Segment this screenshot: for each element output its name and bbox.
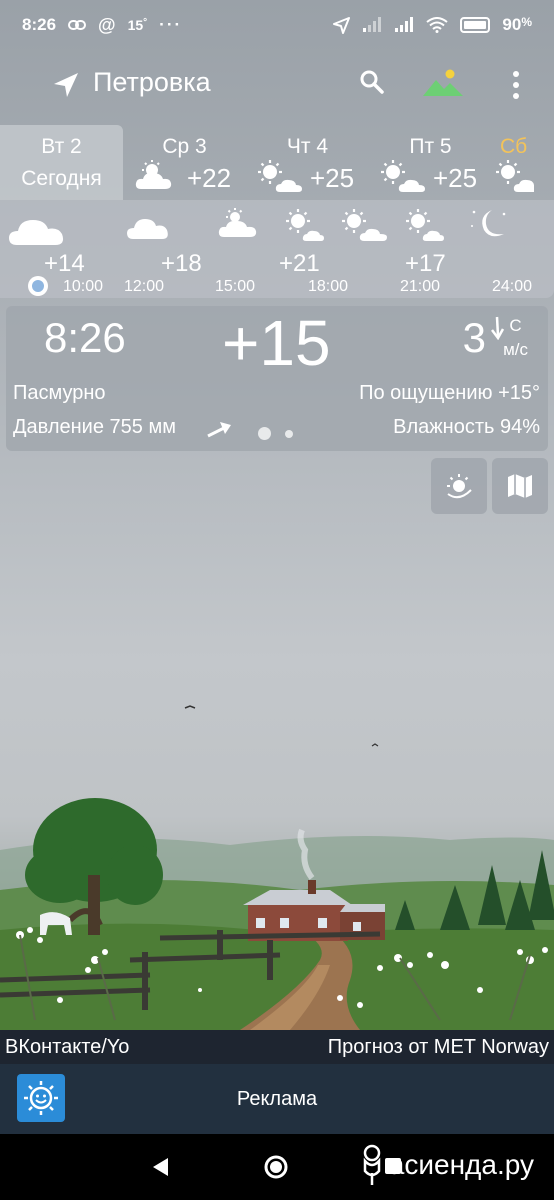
map-button[interactable] xyxy=(492,458,548,514)
hourly-temp: +14 xyxy=(44,250,85,277)
pressure-trend-icon xyxy=(207,422,231,438)
status-time: 8:26 xyxy=(22,15,57,34)
navigation-arrow-icon[interactable] xyxy=(52,71,80,99)
day-temp: +25 xyxy=(310,163,355,193)
sun-cloud-icon xyxy=(342,209,387,241)
sun-cloud-icon xyxy=(135,160,172,189)
feels-like: По ощущению +15° xyxy=(359,382,540,404)
credits-bar: ВКонтакте/Yo Прогноз от MET Norway xyxy=(0,1030,554,1064)
ad-label: Реклама xyxy=(236,1087,318,1110)
page-indicator-dot xyxy=(285,430,293,438)
location-icon xyxy=(333,16,351,34)
sun-cloud-icon xyxy=(381,160,425,192)
city-name[interactable]: Петровка xyxy=(93,67,211,98)
hourly-temp: +18 xyxy=(161,250,202,277)
day-subtitle: Сегодня xyxy=(21,167,102,190)
hourly-time: 15:00 xyxy=(215,278,256,295)
sun-cloud-icon xyxy=(496,160,534,192)
daily-forecast-tabs: Вт 2 Сегодня Ср 3 +22 Чт 4 +25 Пт 5 +25 … xyxy=(0,125,554,200)
wind-unit-label: м/с xyxy=(503,340,528,359)
day-tab[interactable]: Ср 3 +22 xyxy=(123,125,246,200)
hourly-forecast[interactable]: +14 +18 +21 +17 10:00 12:00 15:00 18:00 … xyxy=(0,200,554,298)
app-toolbar: Петровка xyxy=(0,55,554,115)
source-link[interactable]: ВКонтакте/Yo xyxy=(5,1036,129,1059)
day-temp: +25 xyxy=(433,163,478,193)
day-name: Ср 3 xyxy=(162,135,207,158)
hourly-time: 21:00 xyxy=(400,278,441,295)
sun-cloud-icon xyxy=(406,209,444,241)
home-icon[interactable] xyxy=(263,1154,289,1180)
watermark-text: асиенда.ру xyxy=(388,1149,534,1180)
current-time-marker xyxy=(28,276,48,296)
search-icon[interactable] xyxy=(359,69,385,95)
moon-icon xyxy=(471,210,506,237)
battery-percent: 90% xyxy=(502,15,532,34)
day-temp: +22 xyxy=(187,163,232,193)
page-indicator-dot-active xyxy=(258,427,271,440)
day-tab[interactable]: Пт 5 +25 xyxy=(369,125,492,200)
day-name: Сб xyxy=(500,135,528,158)
back-icon[interactable] xyxy=(150,1156,170,1178)
status-temp: 15 ° xyxy=(127,17,148,33)
cloud-icon xyxy=(127,219,168,239)
day-name: Пт 5 xyxy=(409,135,452,158)
sun-cloud-icon xyxy=(258,160,302,192)
current-temperature: +15 xyxy=(222,307,331,379)
pressure: Давление 755 мм xyxy=(13,416,176,438)
battery-value: 90 xyxy=(502,15,522,34)
ad-banner[interactable]: Реклама xyxy=(0,1064,554,1134)
link-icon xyxy=(68,20,87,30)
cloud-icon xyxy=(9,220,64,245)
condition-text: Пасмурно xyxy=(13,382,106,404)
at-icon: @ xyxy=(98,14,116,35)
hourly-temp: +21 xyxy=(279,250,320,277)
sun-cloud-icon xyxy=(286,209,324,241)
current-weather-card[interactable]: 8:26 +15 3 См/с Пасмурно По ощущению +15… xyxy=(6,306,548,451)
wifi-icon xyxy=(426,17,449,33)
sun-orbit-icon xyxy=(447,474,472,499)
wind-direction: С xyxy=(509,316,522,335)
hourly-time: 18:00 xyxy=(308,278,349,295)
current-time: 8:26 xyxy=(44,314,126,361)
status-bar: 8:26 @ 15 ° ··· 90% xyxy=(0,0,554,50)
humidity: Влажность 94% xyxy=(393,416,540,438)
overflow-menu-icon[interactable] xyxy=(512,70,520,100)
day-tab[interactable]: Чт 4 +25 xyxy=(246,125,369,200)
map-icon xyxy=(508,474,532,498)
battery-icon xyxy=(460,17,491,33)
sun-cloud-icon xyxy=(218,208,257,237)
sun-moon-button[interactable] xyxy=(431,458,487,514)
watermark-logo-icon xyxy=(363,1144,381,1185)
day-name: Вт 2 xyxy=(41,135,82,158)
landscape-icon[interactable] xyxy=(422,67,464,97)
hourly-time: 24:00 xyxy=(492,278,533,295)
provider-credit[interactable]: Прогноз от MET Norway xyxy=(328,1036,549,1059)
day-tab-today[interactable]: Вт 2 Сегодня xyxy=(0,125,123,200)
more-icon: ··· xyxy=(159,15,183,34)
day-tab[interactable]: Сб xyxy=(492,125,554,200)
wind-unit: См/с xyxy=(503,314,528,362)
wind-speed: 3 xyxy=(462,314,486,361)
hourly-time: 12:00 xyxy=(124,278,165,295)
landscape-illustration xyxy=(0,705,554,1030)
watermark: асиенда.ру xyxy=(359,1143,534,1187)
signal-icon-2 xyxy=(395,17,414,32)
hourly-time: 10:00 xyxy=(63,278,104,295)
status-temp-value: 15 xyxy=(127,17,144,33)
day-name: Чт 4 xyxy=(286,135,329,158)
hourly-temp: +17 xyxy=(405,250,446,277)
signal-icon xyxy=(363,17,382,32)
